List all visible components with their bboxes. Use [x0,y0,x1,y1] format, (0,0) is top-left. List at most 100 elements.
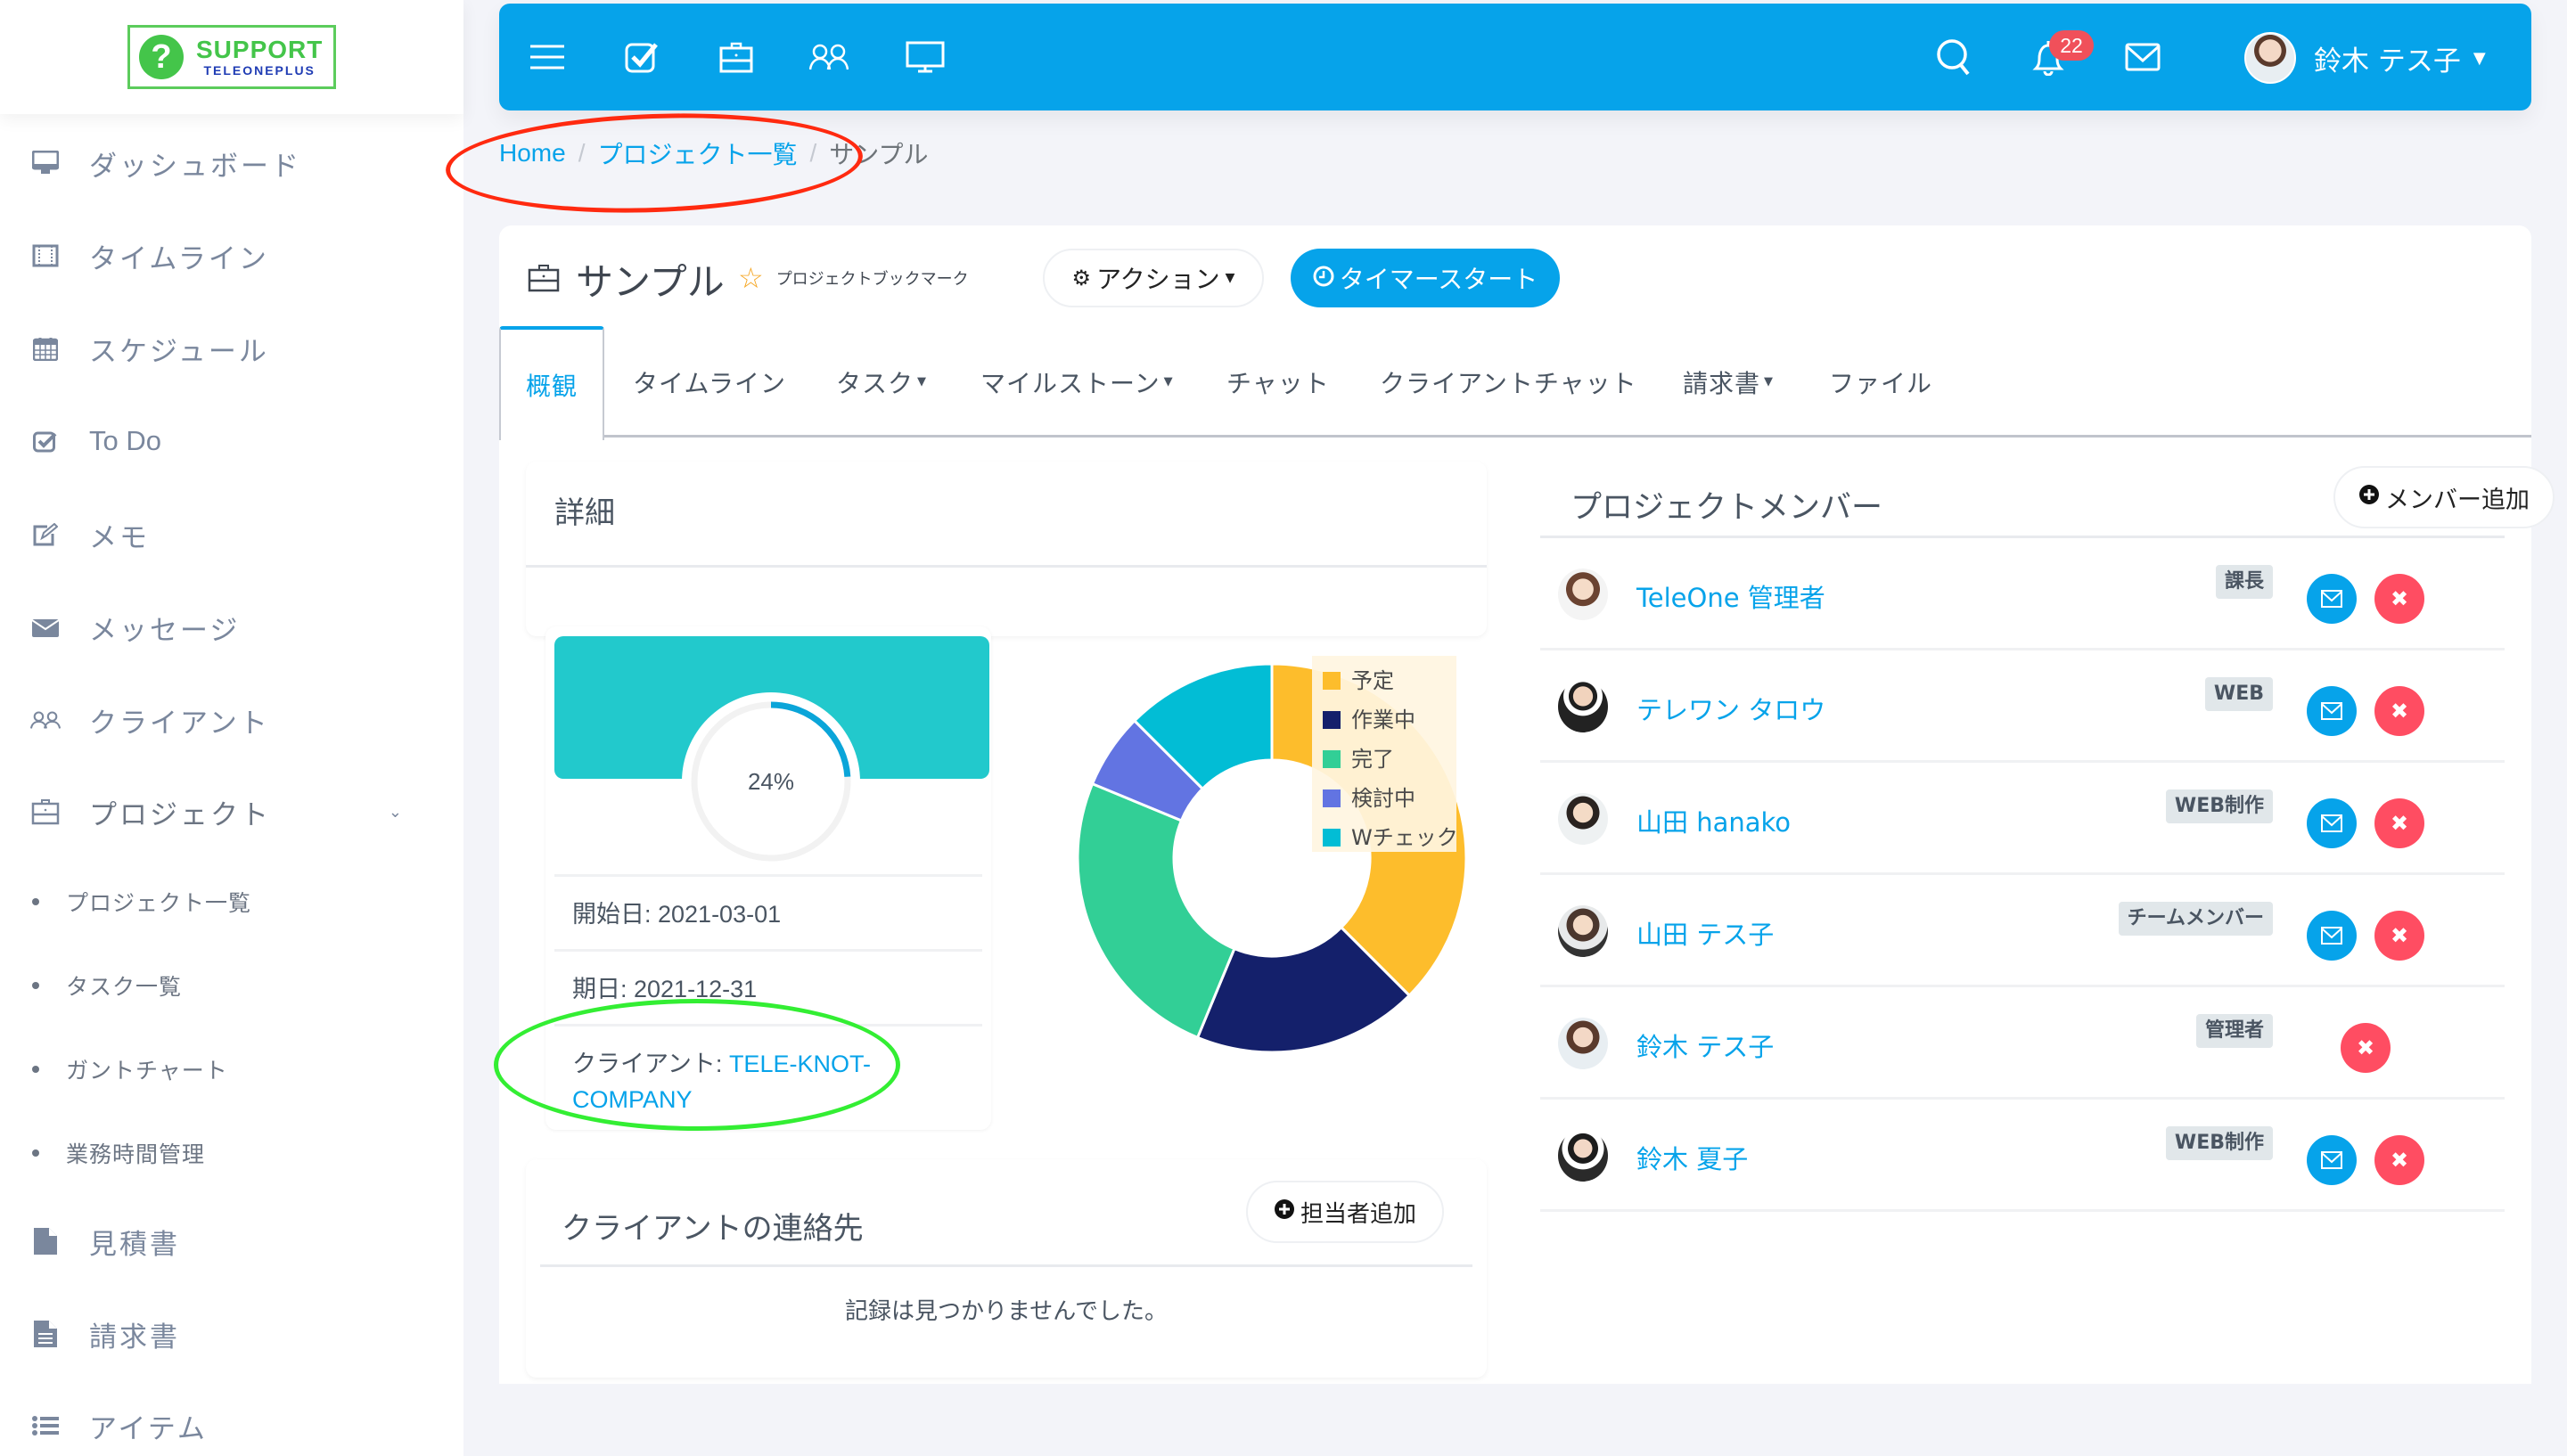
logo-sub-text: TELEONEPLUS [203,63,316,78]
breadcrumb-project-list[interactable]: プロジェクト一覧 [597,135,797,171]
add-member-label: メンバー追加 [2385,486,2530,514]
avatar [1558,568,1608,620]
send-message-button[interactable] [2307,1135,2357,1185]
progress-ring: 24% [682,692,860,871]
sidebar-item-dashboard[interactable]: ダッシュボード [0,132,463,194]
sidebar-item-label: タイムライン [89,242,269,275]
envelope-icon [2321,814,2342,832]
tab-invoices[interactable]: 請求書 ▼ [1683,326,1774,438]
remove-member-button[interactable]: ✖ [2374,1135,2424,1185]
send-message-button[interactable] [2307,574,2357,624]
sidebar-item-project[interactable]: プロジェクト ⌄ [0,781,463,843]
role-badge: 課長 [2215,565,2273,599]
file-icon [30,1226,61,1256]
sidebar-subitem-gantt[interactable]: ガントチャート [0,1043,463,1096]
legend-swatch [1323,672,1341,690]
tab-label: チャット [1226,368,1330,398]
sidebar-item-message[interactable]: メッセージ [0,596,463,658]
sidebar-subitem-work-time[interactable]: 業務時間管理 [0,1126,463,1180]
caret-down-icon: ▼ [1764,375,1775,389]
action-dropdown-button[interactable]: ⚙ アクション ▼ [1043,249,1264,307]
remove-member-button[interactable]: ✖ [2374,574,2424,624]
client-contacts-card: クライアントの連絡先 担当者追加 記録は見つかりませんでした。 [526,1159,1487,1378]
sidebar-subitem-label: ガントチャート [66,1058,228,1084]
bullet-icon [32,982,39,989]
breadcrumb-separator: / [578,139,586,167]
action-label: アクション [1096,265,1220,294]
send-message-button[interactable] [2307,911,2357,961]
checkbox-icon[interactable] [622,37,661,77]
sidebar-item-client[interactable]: クライアント [0,689,463,751]
breadcrumb: Home / プロジェクト一覧 / サンプル [499,135,928,171]
tab-milestones[interactable]: マイルストーン ▼ [980,326,1174,438]
search-icon[interactable] [1934,37,1973,77]
client-info: クライアント: TELE-KNOT-COMPANY [554,1024,982,1127]
close-icon: ✖ [2390,923,2409,948]
chart-legend: 予定作業中完了検討中 Wチェック [1312,656,1458,852]
logo[interactable]: ? SUPPORT TELEONEPLUS [127,25,336,89]
file-text-icon [30,1319,61,1349]
logo-area: ? SUPPORT TELEONEPLUS [0,0,463,114]
film-icon [30,241,61,271]
member-name-link[interactable]: TeleOne 管理者 [1636,577,1825,615]
details-card: 詳細 [526,462,1487,636]
donut-slice-3[interactable] [1076,781,1236,1040]
project-title: サンプル [576,260,725,304]
gears-icon: ⚙ [1071,266,1092,290]
send-message-button[interactable] [2307,798,2357,848]
sidebar-item-todo[interactable]: To Do [0,410,463,472]
users-icon[interactable] [809,37,849,77]
send-message-button[interactable] [2307,686,2357,736]
sidebar-item-label: メモ [89,521,150,554]
breadcrumb-current: サンプル [829,141,929,168]
user-menu[interactable]: 鈴木 テス子 ▼ [2244,32,2486,84]
progress-card: 24% 開始日: 2021-03-01 期日: 2021-12-31 クライアン… [545,626,991,1130]
members-heading: プロジェクトメンバー [1571,490,1883,526]
sidebar-item-schedule[interactable]: スケジュール [0,317,463,380]
member-name-link[interactable]: 鈴木 夏子 [1636,1139,1748,1176]
legend-swatch [1323,711,1341,729]
tab-overview[interactable]: 概観 [499,326,604,440]
tab-tasks[interactable]: タスク ▼ [836,326,927,438]
remove-member-button[interactable]: ✖ [2374,686,2424,736]
sidebar-subitem-label: プロジェクト一覧 [66,890,252,916]
monitor-icon[interactable] [906,37,945,77]
tab-chat[interactable]: チャット [1226,326,1330,438]
remove-member-button[interactable]: ✖ [2374,911,2424,961]
empty-message: 記録は見つかりませんでした。 [845,1298,1168,1325]
start-date-text: 開始日: 2021-03-01 [572,901,782,928]
add-member-button[interactable]: メンバー追加 [2333,466,2555,528]
member-name-link[interactable]: テレワン タロウ [1636,690,1825,727]
remove-member-button[interactable]: ✖ [2341,1023,2391,1073]
tab-timeline[interactable]: タイムライン [633,326,786,438]
sidebar-item-invoice[interactable]: 請求書 [0,1303,463,1365]
sidebar-subitem-task-list[interactable]: タスク一覧 [0,959,463,1012]
users-icon [30,705,61,735]
divider [540,1264,1472,1267]
sidebar-item-timeline[interactable]: タイムライン [0,225,463,287]
sidebar-item-estimate[interactable]: 見積書 [0,1210,463,1272]
tab-files[interactable]: ファイル [1829,326,1932,438]
task-status-chart: 予定 作業中 完了 検討中 Wチェック [1062,649,1481,1067]
timer-start-button[interactable]: タイマースタート [1291,249,1560,307]
member-name-link[interactable]: 山田 テス子 [1636,914,1774,952]
legend-swatch [1323,750,1341,768]
bookmark-toggle[interactable]: ☆ プロジェクトブックマーク [738,261,969,295]
legend-label: 完了 [1351,747,1394,772]
sidebar-subitem-project-list[interactable]: プロジェクト一覧 [0,875,463,928]
menu-icon[interactable] [528,37,567,77]
bullet-icon [32,1066,39,1073]
sidebar-item-memo[interactable]: メモ [0,503,463,566]
remove-member-button[interactable]: ✖ [2374,798,2424,848]
mail-icon[interactable] [2123,37,2162,77]
client-label: クライアント: [572,1051,729,1077]
add-contact-label: 担当者追加 [1300,1200,1416,1228]
briefcase-icon[interactable] [717,37,756,77]
member-name-link[interactable]: 山田 hanako [1636,802,1791,839]
sidebar-item-items[interactable]: アイテム [0,1395,463,1456]
tab-client-chat[interactable]: クライアントチャット [1380,326,1637,438]
add-contact-button[interactable]: 担当者追加 [1246,1181,1444,1243]
breadcrumb-home[interactable]: Home [499,139,566,168]
avatar [1558,793,1608,845]
member-name-link[interactable]: 鈴木 テス子 [1636,1027,1774,1064]
